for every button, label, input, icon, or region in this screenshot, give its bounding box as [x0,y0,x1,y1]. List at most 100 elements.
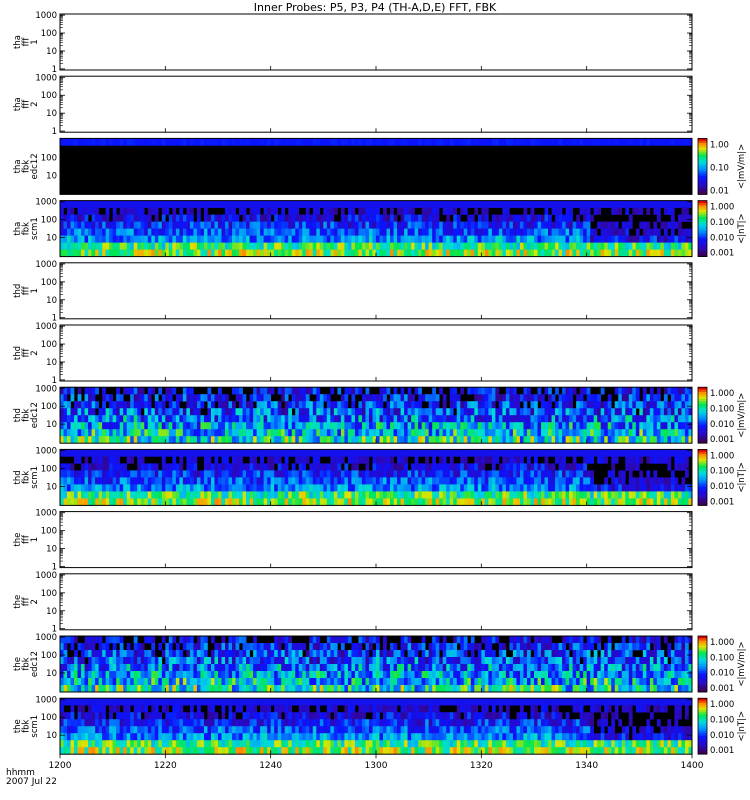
spectrogram-cell [151,671,156,679]
spectrogram-cell [484,415,489,423]
spectrogram-cell [137,429,142,437]
spectrogram-cell [565,470,570,478]
spectrogram-cell [516,477,521,485]
spectrogram-cell [509,470,514,478]
spectrogram-cell [60,221,64,229]
spectrogram-cell [663,456,668,464]
spectrogram-cell [372,484,377,492]
spectrogram-cell [151,491,156,499]
spectrogram-cell [439,484,444,492]
spectrogram-cell [298,477,303,485]
spectrogram-cell [435,235,440,243]
spectrogram-cell [295,429,300,437]
spectrogram-cell [189,650,194,658]
spectrogram-cell [63,221,68,229]
spectrogram-cell [305,415,310,423]
spectrogram-cell [232,200,236,208]
spectrogram-cell [569,422,573,430]
spectrogram-cell [583,484,587,492]
spectrogram-cell [312,484,317,492]
spectrogram-cell [597,456,602,464]
spectrogram-cell [663,449,668,457]
colorbar-segment [698,394,707,397]
spectrogram-cell [130,436,135,444]
spectrogram-cell [123,235,128,243]
spectrogram-cell [235,463,240,471]
spectrogram-cell [404,484,408,492]
spectrogram-cell [512,200,517,208]
spectrogram-cell [333,456,338,464]
spectrogram-cell [491,221,496,229]
spectrogram-cell [614,228,619,236]
spectrogram-cell [684,401,689,409]
spectrogram-cell [505,249,510,257]
spectrogram-cell [214,408,219,416]
spectrogram-cell [660,415,665,423]
spectrogram-cell [351,401,356,409]
spectrogram-cell [456,408,461,416]
spectrogram-cell [435,449,440,457]
spectrogram-cell [235,387,240,395]
spectrogram-cell [179,429,184,437]
spectrogram-cell [210,408,215,416]
spectrogram-cell [109,249,113,257]
spectrogram-cell [232,456,236,464]
spectrogram-cell [179,200,184,208]
spectrogram-cell [569,228,573,236]
spectrogram-cell [277,429,282,437]
spectrogram-cell [449,401,454,409]
spectrogram-cell [130,415,135,423]
spectrogram-cell [488,138,493,146]
spectrogram-cell [365,138,370,146]
spectrogram-cell [512,470,517,478]
spectrogram-cell [291,401,296,409]
spectrogram-cell [519,491,524,499]
spectrogram-cell [172,214,177,222]
y-tick-label: 10 [46,171,57,181]
spectrogram-cell [179,671,184,679]
spectrogram-cell [572,200,577,208]
spectrogram-cell [158,678,163,686]
spectrogram-cell [81,138,85,146]
spectrogram-cell [347,491,352,499]
spectrogram-cell [505,436,510,444]
spectrogram-cell [98,636,103,644]
spectrogram-cell [597,200,602,208]
spectrogram-cell [116,200,120,208]
spectrogram-cell [263,235,268,243]
spectrogram-cell [467,235,472,243]
spectrogram-cell [674,436,679,444]
spectrogram-cell [295,242,300,250]
spectrogram-cell [474,463,479,471]
spectrogram-cell [210,422,215,430]
spectrogram-cell [130,477,135,485]
colorbar-segment [698,429,707,432]
spectrogram-cell [330,415,335,423]
spectrogram-cell [81,664,85,672]
spectrogram-cell [583,387,587,395]
spectrogram-cell [421,249,426,257]
spectrogram-cell [583,470,587,478]
spectrogram-cell [442,235,447,243]
spectrogram-cell [411,498,415,506]
spectrogram-cell [432,249,436,257]
spectrogram-cell [656,207,661,215]
spectrogram-cell [172,415,177,423]
spectrogram-cell [274,477,278,485]
spectrogram-cell [354,422,359,430]
spectrogram-cell [161,422,166,430]
spectrogram-cell [488,221,493,229]
spectrogram-cell [576,228,580,236]
spectrogram-cell [340,394,345,402]
spectrogram-cell [530,221,535,229]
spectrogram-cell [386,214,391,222]
spectrogram-cell [456,221,461,229]
spectrogram-cell [165,429,170,437]
spectrogram-cell [576,408,580,416]
spectrogram-cell [284,242,289,250]
spectrogram-cell [663,242,668,250]
spectrogram-cell [218,221,222,229]
spectrogram-cell [203,221,208,229]
spectrogram-cell [607,484,612,492]
spectrogram-cell [225,214,229,222]
